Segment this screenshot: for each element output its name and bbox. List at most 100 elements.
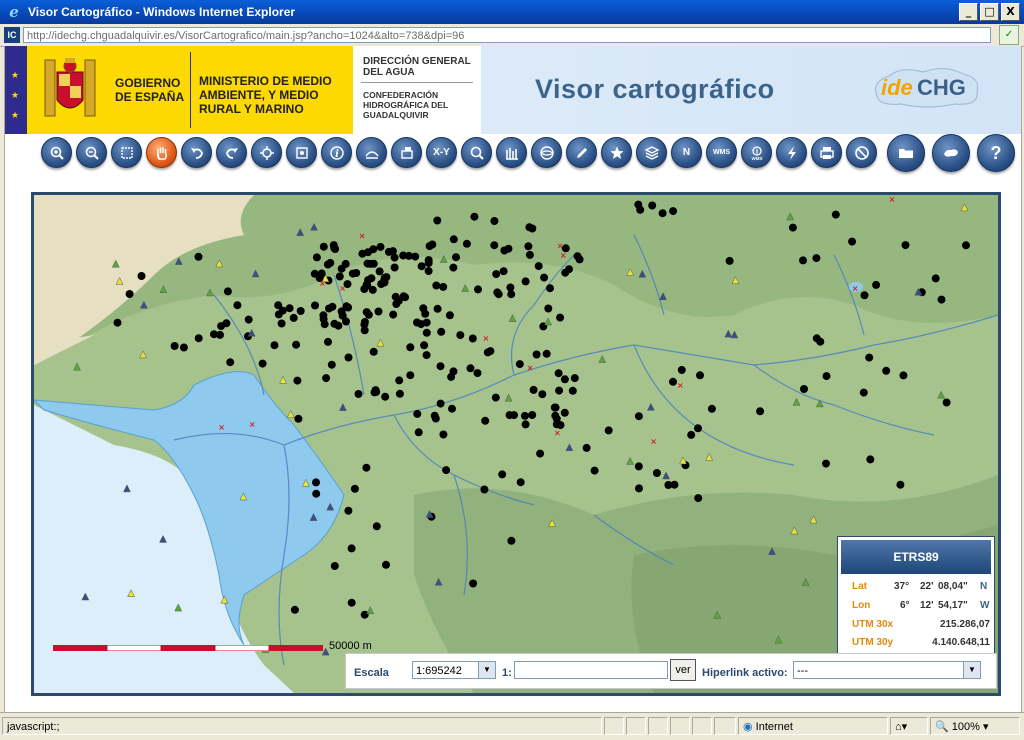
- station-marker[interactable]: [329, 241, 338, 250]
- station-marker[interactable]: [334, 321, 343, 330]
- station-marker[interactable]: [462, 239, 471, 248]
- station-marker[interactable]: [507, 290, 516, 299]
- station-marker[interactable]: [882, 366, 891, 375]
- station-marker[interactable]: [490, 217, 499, 225]
- chevron-down-icon[interactable]: ▼: [963, 662, 980, 678]
- back-button[interactable]: [181, 137, 212, 168]
- station-marker[interactable]: [372, 522, 381, 531]
- station-marker[interactable]: [430, 411, 439, 420]
- station-marker[interactable]: [634, 412, 643, 421]
- station-marker[interactable]: [634, 462, 643, 471]
- station-marker[interactable]: [561, 268, 570, 277]
- protected-mode-icon[interactable]: ⌂▾: [890, 717, 928, 735]
- close-button[interactable]: X: [1001, 3, 1020, 21]
- station-marker[interactable]: [348, 269, 357, 278]
- station-marker[interactable]: [244, 315, 253, 324]
- station-marker[interactable]: [899, 371, 908, 380]
- zoom-level[interactable]: 🔍 100% ▾: [930, 717, 1020, 735]
- alert-marker[interactable]: ×: [483, 334, 490, 343]
- station-marker[interactable]: [335, 272, 344, 281]
- station-marker[interactable]: [604, 426, 613, 435]
- station-marker[interactable]: [536, 449, 545, 458]
- station-marker[interactable]: [223, 287, 232, 296]
- favorites-button[interactable]: [601, 137, 632, 168]
- station-marker[interactable]: [687, 430, 696, 439]
- alert-marker[interactable]: ×: [557, 242, 564, 251]
- station-marker[interactable]: [439, 430, 448, 439]
- station-marker[interactable]: [448, 404, 456, 413]
- station-marker[interactable]: [376, 242, 385, 251]
- station-marker[interactable]: [170, 342, 179, 350]
- station-marker[interactable]: [896, 480, 905, 489]
- station-marker[interactable]: [669, 377, 677, 386]
- draw-button[interactable]: [566, 137, 597, 168]
- station-marker[interactable]: [364, 310, 373, 319]
- zoom-in-button[interactable]: [41, 137, 72, 168]
- station-marker[interactable]: [546, 284, 554, 293]
- station-marker[interactable]: [468, 334, 477, 343]
- station-marker[interactable]: [449, 235, 458, 244]
- station-marker[interactable]: [439, 282, 448, 291]
- station-marker[interactable]: [337, 307, 346, 316]
- station-marker[interactable]: [270, 341, 279, 350]
- station-marker[interactable]: [293, 376, 302, 385]
- station-marker[interactable]: [327, 360, 336, 369]
- chart-button[interactable]: [496, 137, 527, 168]
- station-marker[interactable]: [179, 343, 188, 352]
- alert-marker[interactable]: ×: [319, 279, 326, 288]
- station-marker[interactable]: [194, 252, 203, 261]
- station-marker[interactable]: [344, 353, 353, 362]
- station-marker[interactable]: [498, 470, 507, 479]
- station-marker[interactable]: [570, 374, 579, 383]
- station-marker[interactable]: [670, 480, 679, 489]
- station-marker[interactable]: [658, 209, 667, 218]
- station-marker[interactable]: [290, 605, 299, 614]
- station-marker[interactable]: [381, 392, 390, 401]
- station-marker[interactable]: [962, 241, 970, 250]
- station-marker[interactable]: [362, 463, 371, 472]
- wms-button[interactable]: WMS: [706, 137, 737, 168]
- station-marker[interactable]: [551, 403, 560, 412]
- station-marker[interactable]: [528, 224, 537, 233]
- station-marker[interactable]: [347, 544, 356, 553]
- station-marker[interactable]: [419, 304, 428, 313]
- station-marker[interactable]: [590, 466, 599, 475]
- station-marker[interactable]: [544, 304, 553, 313]
- url-field[interactable]: http://idechg.chguadalquivir.es/VisorCar…: [23, 27, 991, 43]
- station-marker[interactable]: [520, 411, 529, 420]
- station-marker[interactable]: [404, 251, 413, 260]
- station-marker[interactable]: [901, 241, 910, 250]
- station-marker[interactable]: [326, 258, 335, 267]
- station-marker[interactable]: [322, 374, 331, 383]
- station-marker[interactable]: [542, 349, 551, 358]
- station-marker[interactable]: [554, 369, 563, 378]
- station-marker[interactable]: [635, 484, 643, 493]
- station-marker[interactable]: [437, 327, 446, 336]
- station-marker[interactable]: [137, 272, 146, 280]
- station-marker[interactable]: [499, 267, 508, 276]
- station-marker[interactable]: [521, 420, 530, 429]
- station-marker[interactable]: [525, 250, 534, 259]
- station-marker[interactable]: [354, 390, 363, 398]
- full-extent-button[interactable]: [286, 137, 317, 168]
- alert-marker[interactable]: ×: [359, 232, 366, 241]
- chevron-down-icon[interactable]: ▼: [478, 662, 495, 678]
- station-marker[interactable]: [433, 216, 442, 225]
- xy-button[interactable]: X-Y: [426, 137, 457, 168]
- station-marker[interactable]: [694, 424, 702, 433]
- station-marker[interactable]: [866, 455, 875, 464]
- station-marker[interactable]: [330, 562, 339, 570]
- station-marker[interactable]: [274, 301, 283, 310]
- page-icon[interactable]: ✓: [999, 25, 1019, 45]
- station-marker[interactable]: [492, 270, 501, 279]
- station-marker[interactable]: [568, 386, 577, 395]
- station-marker[interactable]: [848, 237, 857, 246]
- coordinate-system-button[interactable]: ETRS89: [841, 540, 991, 574]
- zoom-box-button[interactable]: [111, 137, 142, 168]
- search-button[interactable]: [461, 137, 492, 168]
- station-marker[interactable]: [534, 262, 543, 271]
- station-marker[interactable]: [395, 376, 404, 385]
- zoom-out-button[interactable]: [76, 137, 107, 168]
- station-marker[interactable]: [516, 478, 525, 487]
- station-marker[interactable]: [384, 247, 393, 256]
